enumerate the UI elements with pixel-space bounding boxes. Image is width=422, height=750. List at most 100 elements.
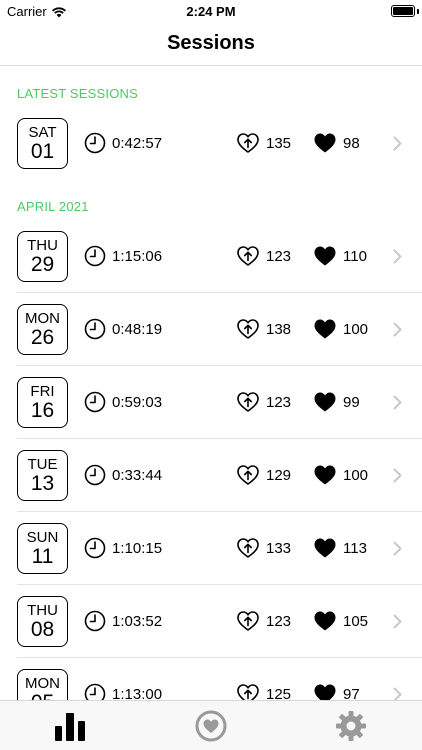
battery-tip	[417, 9, 419, 14]
tab-bar	[0, 700, 422, 750]
max-heart-rate-value: 133	[266, 539, 292, 557]
date-badge: MON 26	[17, 304, 68, 355]
max-heart-rate-stat: 135	[236, 132, 291, 154]
avg-heart-rate-stat: 113	[313, 537, 367, 559]
date-badge: FRI 16	[17, 377, 68, 428]
heart-circle-icon	[195, 710, 227, 742]
heart-icon	[313, 318, 337, 340]
date-badge: MON05	[17, 669, 68, 700]
duration-stat: 1:03:52	[84, 610, 162, 632]
battery-icon	[391, 5, 415, 17]
session-row[interactable]: THU 29 1:15:06 123 110	[0, 220, 422, 293]
session-row[interactable]: MON05 1:13:00 125 97	[0, 658, 422, 700]
max-heart-rate-stat: 123	[236, 245, 291, 267]
date-weekday: SAT	[28, 124, 57, 141]
chevron-right-icon	[393, 136, 402, 156]
max-heart-rate-stat: 123	[236, 610, 291, 632]
session-row[interactable]: TUE 13 0:33:44 129 100	[0, 439, 422, 512]
date-badge: THU 08	[17, 596, 68, 647]
navigation-bar: Sessions	[0, 22, 422, 66]
max-heart-rate-icon	[236, 610, 260, 632]
duration-value: 1:10:15	[112, 539, 163, 557]
gear-icon	[336, 711, 366, 741]
date-day: 11	[31, 545, 54, 568]
date-day: 01	[30, 140, 55, 163]
clock-icon	[84, 683, 106, 700]
chevron-right-icon	[393, 322, 402, 342]
date-day: 29	[30, 253, 55, 276]
chevron-right-icon	[393, 687, 402, 700]
avg-heart-rate-stat: 98	[313, 132, 360, 154]
duration-stat: 1:10:15	[84, 537, 162, 559]
heart-icon	[313, 132, 337, 154]
avg-heart-rate-value: 98	[343, 134, 360, 152]
duration-value: 0:59:03	[112, 393, 163, 411]
date-day: 13	[30, 472, 55, 495]
heart-icon	[313, 245, 337, 267]
section-header: APRIL 2021	[17, 199, 89, 214]
avg-heart-rate-stat: 97	[313, 683, 360, 700]
sessions-list[interactable]: LATEST SESSIONS SAT 01 0:42:57 135 98 APRIL 20…	[0, 67, 422, 700]
date-badge: SAT 01	[17, 118, 68, 169]
date-weekday: THU	[27, 237, 58, 254]
date-weekday: SUN	[26, 529, 59, 546]
page-title: Sessions	[167, 32, 255, 54]
date-day: 26	[30, 326, 55, 349]
session-row[interactable]: FRI 16 0:59:03 123 99	[0, 366, 422, 439]
avg-heart-rate-stat: 100	[313, 318, 368, 340]
max-heart-rate-value: 123	[266, 247, 292, 265]
bar-chart-icon	[55, 713, 85, 741]
tab-sessions[interactable]	[0, 701, 140, 750]
avg-heart-rate-value: 100	[343, 320, 369, 338]
duration-stat: 0:48:19	[84, 318, 162, 340]
date-badge: SUN 11	[17, 523, 68, 574]
max-heart-rate-icon	[236, 132, 260, 154]
avg-heart-rate-value: 110	[343, 247, 367, 265]
chevron-right-icon	[393, 614, 402, 634]
duration-stat: 0:42:57	[84, 132, 162, 154]
max-heart-rate-icon	[236, 537, 260, 559]
date-badge: THU 29	[17, 231, 68, 282]
max-heart-rate-value: 138	[266, 320, 292, 338]
avg-heart-rate-value: 113	[343, 539, 367, 557]
clock-icon	[84, 132, 106, 154]
clock-icon	[84, 537, 106, 559]
heart-icon	[313, 537, 337, 559]
session-row[interactable]: MON 26 0:48:19 138 100	[0, 293, 422, 366]
duration-value: 1:13:00	[112, 685, 163, 701]
date-badge: TUE 13	[17, 450, 68, 501]
heart-icon	[313, 391, 337, 413]
max-heart-rate-icon	[236, 245, 260, 267]
date-weekday: THU	[27, 602, 58, 619]
section-header: LATEST SESSIONS	[17, 86, 139, 101]
chevron-right-icon	[393, 395, 402, 415]
chevron-right-icon	[393, 541, 402, 561]
clock-icon	[84, 610, 106, 632]
date-weekday: FRI	[30, 383, 55, 400]
avg-heart-rate-stat: 105	[313, 610, 368, 632]
chevron-right-icon	[393, 249, 402, 269]
max-heart-rate-icon	[236, 683, 260, 700]
clock-icon	[84, 245, 106, 267]
avg-heart-rate-value: 100	[343, 466, 369, 484]
avg-heart-rate-value: 105	[343, 612, 369, 630]
session-row[interactable]: SUN 11 1:10:15 133 113	[0, 512, 422, 585]
tab-heart[interactable]	[141, 701, 281, 750]
session-row[interactable]: SAT 01 0:42:57 135 98	[0, 107, 422, 180]
heart-icon	[313, 464, 337, 486]
clock-icon	[84, 318, 106, 340]
tab-settings[interactable]	[281, 701, 421, 750]
duration-value: 1:03:52	[112, 612, 163, 630]
duration-stat: 1:13:00	[84, 683, 162, 700]
session-row[interactable]: THU 08 1:03:52 123 105	[0, 585, 422, 658]
avg-heart-rate-stat: 100	[313, 464, 368, 486]
avg-heart-rate-stat: 99	[313, 391, 360, 413]
clock-icon	[84, 391, 106, 413]
date-day: 05	[18, 692, 67, 701]
date-day: 08	[30, 618, 55, 641]
chevron-right-icon	[393, 468, 402, 488]
max-heart-rate-value: 125	[266, 685, 292, 701]
max-heart-rate-stat: 125	[236, 683, 291, 700]
status-bar: Carrier 2:24 PM	[0, 0, 422, 22]
max-heart-rate-value: 123	[266, 393, 292, 411]
